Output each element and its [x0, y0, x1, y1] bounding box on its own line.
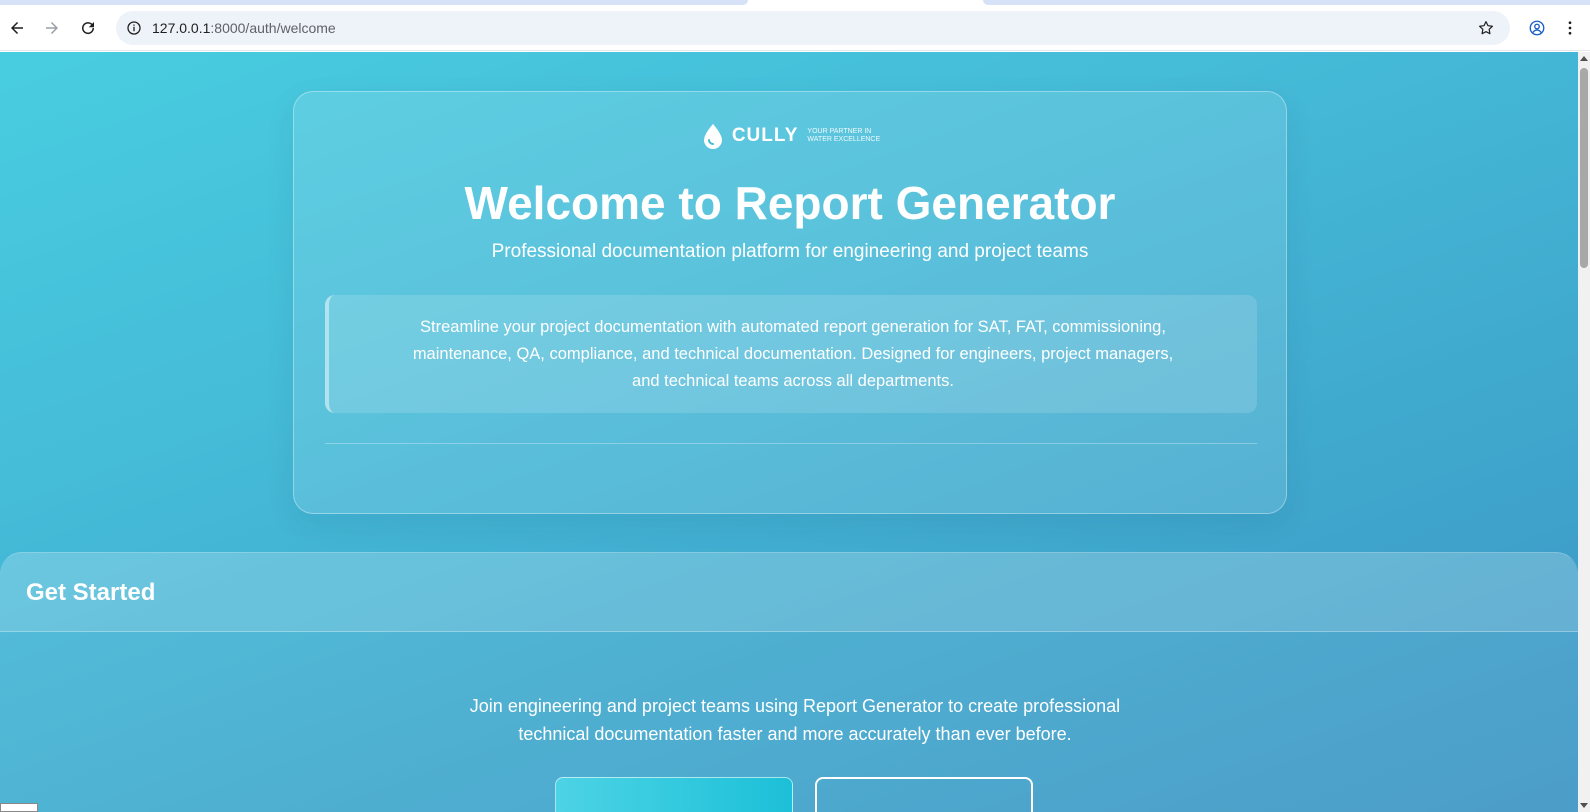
tab-inactive-left[interactable]	[0, 0, 748, 5]
logo-brand: CULLY	[731, 125, 799, 146]
address-bar[interactable]: 127.0.0.1:8000/auth/welcome	[116, 11, 1510, 45]
back-button[interactable]	[3, 14, 31, 42]
logo-tagline: YOUR PARTNER IN WATER EXCELLENCE	[807, 128, 880, 144]
description-box: Streamline your project documentation wi…	[325, 295, 1257, 413]
browser-toolbar: 127.0.0.1:8000/auth/welcome	[0, 6, 1590, 51]
url-text[interactable]: 127.0.0.1:8000/auth/welcome	[152, 11, 336, 45]
site-info-icon[interactable]	[124, 18, 144, 38]
tab-inactive-right[interactable]	[983, 0, 1590, 5]
reload-button[interactable]	[74, 14, 102, 42]
water-drop-icon	[703, 124, 722, 149]
get-started-title: Get Started	[26, 579, 156, 606]
logo-tagline-line2: WATER EXCELLENCE	[807, 136, 881, 143]
url-path: :8000/auth/welcome	[210, 20, 336, 36]
logo-tagline-line1: YOUR PARTNER IN	[807, 128, 872, 135]
back-icon	[11, 22, 23, 34]
primary-action-button[interactable]	[555, 777, 793, 812]
url-host: 127.0.0.1	[152, 20, 211, 36]
scroll-up-arrow-icon[interactable]	[1580, 56, 1588, 61]
scrollbar-thumb[interactable]	[1580, 68, 1588, 268]
page-title: Welcome to Report Generator	[464, 177, 1116, 229]
profile-icon	[1529, 20, 1545, 36]
page-viewport: CULLY YOUR PARTNER IN WATER EXCELLENCE We…	[0, 52, 1578, 812]
menu-button[interactable]	[1558, 14, 1582, 42]
forward-button[interactable]	[38, 14, 66, 42]
company-logo: CULLY YOUR PARTNER IN WATER EXCELLENCE	[294, 122, 1286, 150]
get-started-section: Get Started Join engineering and project…	[0, 552, 1578, 812]
reload-icon	[82, 22, 95, 35]
hero-divider	[325, 443, 1257, 444]
secondary-action-button[interactable]	[815, 777, 1033, 812]
page-scrollbar[interactable]	[1578, 52, 1590, 812]
status-corner	[0, 803, 38, 812]
scroll-down-arrow-icon[interactable]	[1580, 803, 1588, 808]
profile-button[interactable]	[1523, 14, 1551, 42]
menu-dots-icon	[1568, 21, 1572, 35]
page-subtitle: Professional documentation platform for …	[491, 241, 1089, 262]
hero-card: CULLY YOUR PARTNER IN WATER EXCELLENCE We…	[293, 91, 1287, 514]
description-text: Streamline your project documentation wi…	[412, 317, 1174, 390]
bookmark-star-icon[interactable]	[1476, 18, 1496, 38]
get-started-text: Join engineering and project teams using…	[469, 696, 1121, 744]
forward-icon	[46, 22, 58, 34]
get-started-header: Get Started	[0, 553, 1578, 632]
